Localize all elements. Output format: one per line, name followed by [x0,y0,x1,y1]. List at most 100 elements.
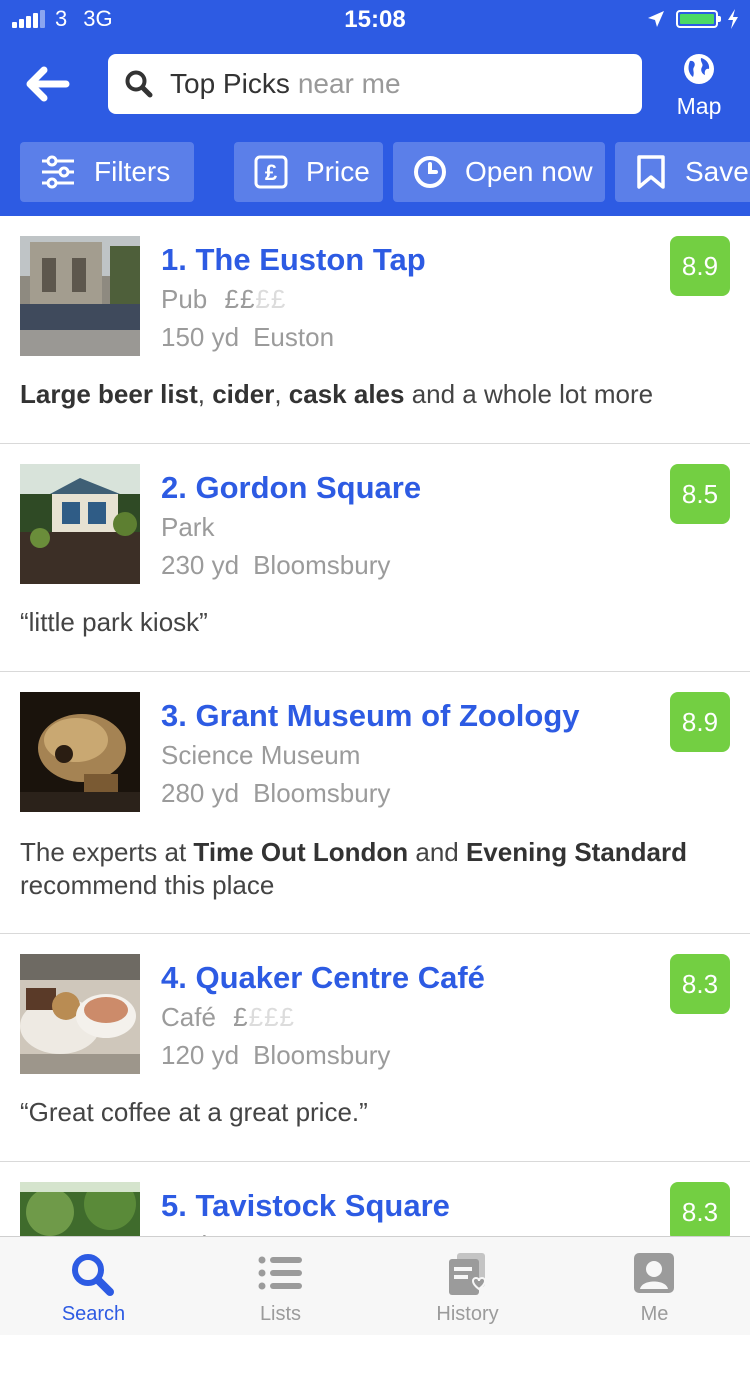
venue-title[interactable]: 3. Grant Museum of Zoology [161,698,580,734]
rating-badge: 8.3 [670,954,730,1014]
tab-search[interactable]: Search [0,1237,187,1335]
search-field[interactable]: Top Picks near me [108,54,642,114]
list-item[interactable]: 4. Quaker Centre Café Café ££££ 120 yd Bl… [0,934,750,1162]
category-label: Park [161,512,215,542]
rating-badge: 8.9 [670,692,730,752]
tip-text: The experts at [20,837,194,867]
tip-text: recommend this place [20,870,275,900]
category-label: Pub [161,284,208,314]
open-now-chip-label: Open now [465,156,593,187]
neighborhood: Bloomsbury [253,778,391,808]
venue-category: Pub ££££ [161,284,286,315]
category-label: Café [161,1002,216,1032]
search-icon [72,1254,114,1296]
venue-category: Park [161,512,214,543]
venue-category: Science Museum [161,740,360,771]
list-icon [258,1256,302,1290]
venue-photo [20,692,140,812]
distance: 150 yd [161,322,240,352]
price-chip[interactable]: £ Price [234,142,383,202]
open-now-chip[interactable]: Open now [393,142,605,202]
battery-icon [676,10,721,28]
tip-text: , [197,379,213,409]
tip-highlight: cider [212,379,275,409]
status-time: 15:08 [344,6,406,33]
tab-history-label: History [436,1303,499,1325]
status-bar: 3 3G 15:08 [0,0,750,40]
tip-highlight: cask ales [288,379,405,409]
price-chip-label: Price [306,156,370,187]
price-level: ££££ [233,1002,296,1032]
back-button[interactable] [22,58,86,108]
saved-chip-label: Saved [685,156,750,187]
search-location-placeholder: near me [297,68,401,99]
bookmark-icon [637,155,665,189]
list-item[interactable]: 1. The Euston Tap Pub ££££ 150 yd Euston … [0,216,750,444]
tip-text: , [274,379,289,409]
venue-photo [20,954,140,1074]
sliders-icon [42,155,74,189]
tip-text: “little park kiosk” [20,607,208,637]
venue-photo [20,464,140,584]
venue-title[interactable]: 4. Quaker Centre Café [161,960,485,996]
tab-bar: Search Lists History Me [0,1236,750,1335]
search-icon [125,70,153,98]
map-button[interactable]: Map [664,52,734,120]
venue-tip: “little park kiosk” [20,606,720,639]
saved-chip[interactable]: Saved [615,142,750,202]
neighborhood: Euston [253,322,335,352]
tip-text: and [408,837,466,867]
location-arrow-icon [648,11,664,27]
map-label: Map [676,93,722,119]
history-icon [449,1253,487,1295]
venue-distance-row: 280 yd Bloomsbury [161,778,390,809]
venue-category: Café ££££ [161,1002,295,1033]
tab-search-label: Search [61,1303,126,1325]
distance: 280 yd [161,778,240,808]
status-right [646,8,740,30]
pound-icon: £ [254,155,288,189]
rating-badge: 8.3 [670,1182,730,1242]
clock-icon [414,156,446,188]
venue-title[interactable]: 5. Tavistock Square [161,1188,450,1224]
list-item[interactable]: 3. Grant Museum of Zoology Science Museu… [0,672,750,934]
tip-highlight: Large beer list [20,379,198,409]
search-query-text: Top Picks [170,68,290,99]
venue-photo [20,236,140,356]
tip-text: “Great coffee at a great price.” [20,1097,368,1127]
navigation-bar: Top Picks near me Map [0,40,750,128]
venue-tip: The experts at Time Out London and Eveni… [20,836,720,902]
venue-tip: Large beer list, cider, cask ales and a … [20,378,720,411]
tip-highlight: Evening Standard [465,837,688,867]
tab-lists-label: Lists [259,1303,302,1325]
tip-highlight: Time Out London [193,837,409,867]
tab-history[interactable]: History [374,1237,561,1335]
back-arrow-icon [26,66,70,102]
price-level: ££££ [224,284,287,314]
svg-text:£: £ [265,160,278,185]
venue-distance-row: 120 yd Bloomsbury [161,1040,390,1071]
tab-me[interactable]: Me [561,1237,748,1335]
distance: 120 yd [161,1040,240,1070]
distance: 230 yd [161,550,240,580]
charging-bolt-icon [728,9,738,29]
profile-icon [634,1253,674,1293]
tab-me-label: Me [640,1303,669,1325]
category-label: Science Museum [161,740,361,770]
venue-distance-row: 150 yd Euston [161,322,334,353]
tab-lists[interactable]: Lists [187,1237,374,1335]
venue-title[interactable]: 1. The Euston Tap [161,242,426,278]
list-item[interactable]: 2. Gordon Square Park 230 yd Bloomsbury 8… [0,444,750,672]
filters-chip-label: Filters [94,156,171,187]
filters-chip[interactable]: Filters [20,142,194,202]
neighborhood: Bloomsbury [253,1040,391,1070]
filter-bar: Filters £ Price Open now Saved [0,128,750,216]
globe-icon [684,54,714,84]
neighborhood: Bloomsbury [253,550,391,580]
rating-badge: 8.9 [670,236,730,296]
tip-text: and a whole lot more [404,379,654,409]
venue-tip: “Great coffee at a great price.” [20,1096,720,1129]
venue-distance-row: 230 yd Bloomsbury [161,550,390,581]
rating-badge: 8.5 [670,464,730,524]
venue-title[interactable]: 2. Gordon Square [161,470,421,506]
